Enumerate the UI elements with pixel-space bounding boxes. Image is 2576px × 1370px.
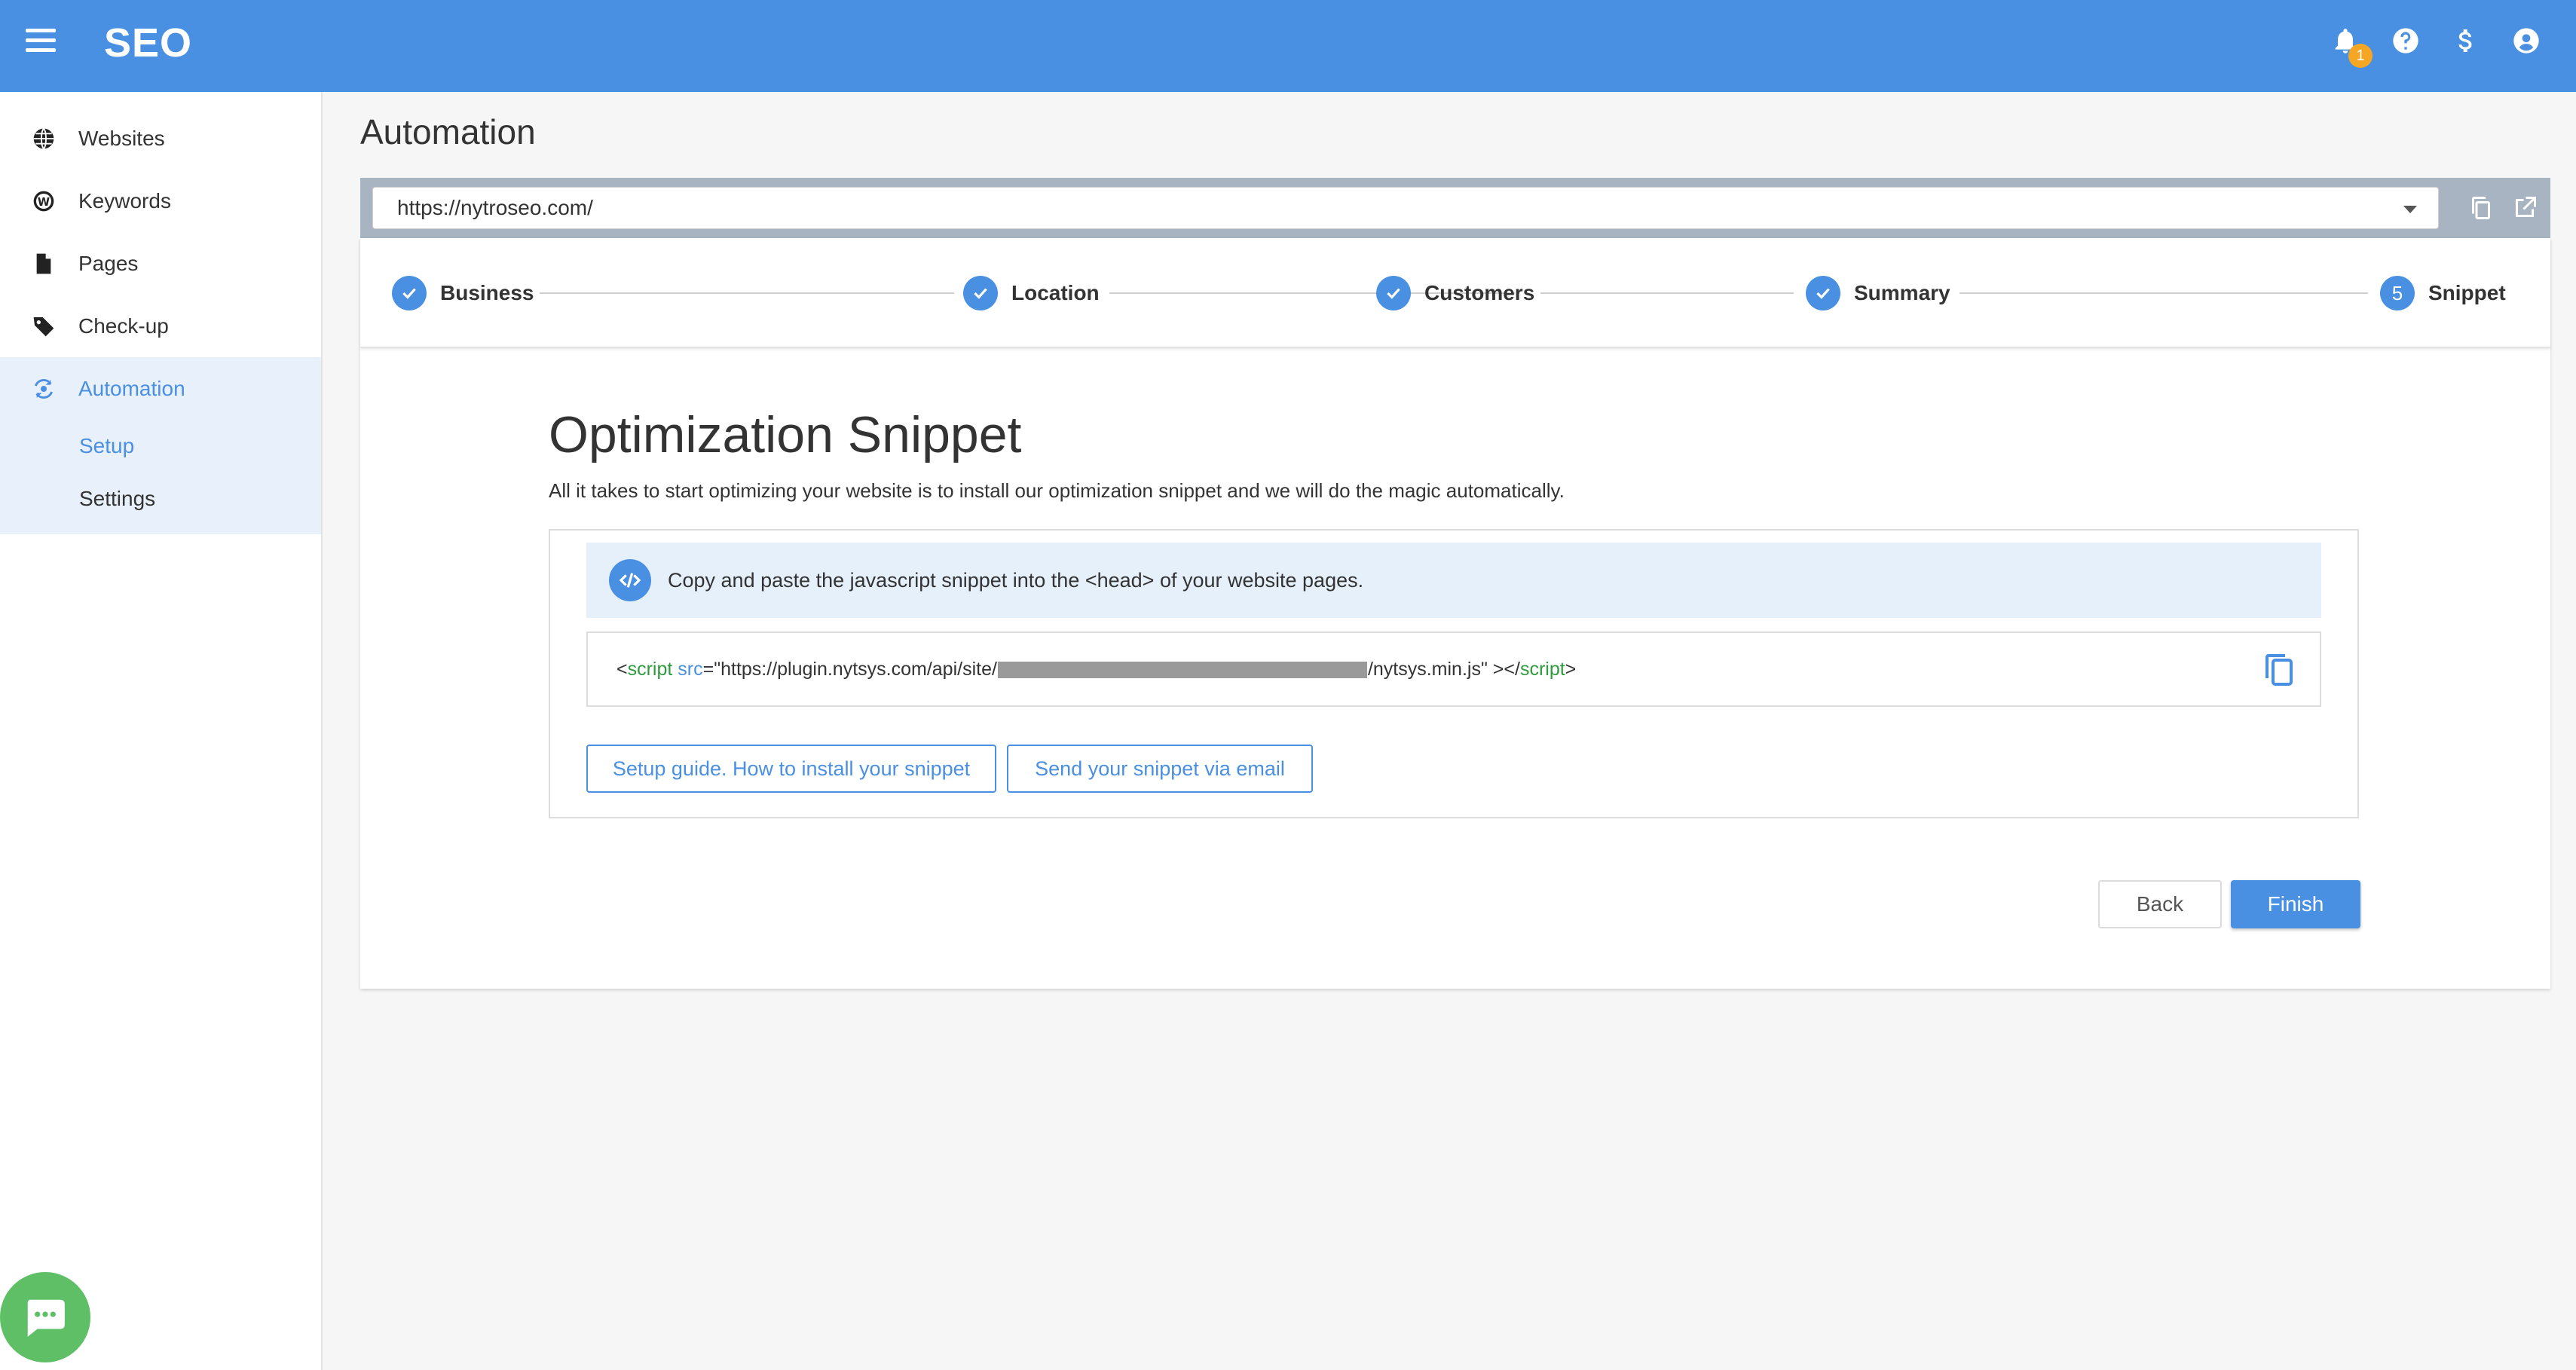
code-icon: [609, 559, 651, 601]
sidebar-item-label: Websites: [78, 126, 165, 150]
snippet-code-field[interactable]: <script src="https://plugin.nytsys.com/a…: [586, 631, 2321, 707]
top-app-bar: SEO 1: [0, 0, 2576, 92]
help-icon[interactable]: [2391, 26, 2421, 56]
snippet-description: All it takes to start optimizing your we…: [549, 479, 1565, 502]
globe-icon: [32, 127, 56, 151]
sidebar-item-label: Pages: [78, 251, 139, 275]
wordpress-icon: W: [32, 189, 56, 213]
sidebar-subitem-setup[interactable]: Setup: [0, 420, 321, 472]
copy-snippet-icon[interactable]: [2261, 651, 2297, 690]
check-icon: [1806, 276, 1840, 310]
redacted-site-id: [997, 661, 1367, 678]
step-label: Business: [440, 281, 534, 304]
chevron-down-icon: [2403, 206, 2417, 213]
finish-button[interactable]: Finish: [2231, 880, 2360, 928]
step-location[interactable]: Location: [963, 276, 1100, 310]
step-number: 5: [2380, 276, 2415, 310]
sidebar-item-keywords[interactable]: W Keywords: [0, 170, 321, 232]
info-text: Copy and paste the javascript snippet in…: [668, 568, 1364, 592]
page-title: Automation: [360, 112, 536, 151]
account-icon[interactable]: [2511, 26, 2541, 56]
check-icon: [1376, 276, 1411, 310]
open-external-icon[interactable]: [2511, 194, 2538, 222]
website-select[interactable]: https://nytroseo.com/: [372, 187, 2439, 229]
menu-icon[interactable]: [26, 29, 56, 53]
sidebar-item-pages[interactable]: Pages: [0, 232, 321, 295]
notification-badge: 1: [2348, 44, 2373, 68]
check-icon: [392, 276, 427, 310]
step-label: Summary: [1854, 281, 1950, 304]
code-bracket: <: [616, 658, 628, 680]
copy-url-icon[interactable]: [2467, 194, 2495, 222]
chat-button[interactable]: [0, 1272, 90, 1362]
code-close-tag: script: [1519, 658, 1565, 680]
automation-submenu: Setup Settings: [0, 420, 321, 534]
code-url-suffix: /nytsys.min.js" ></: [1367, 658, 1520, 680]
app-title: SEO: [104, 20, 193, 66]
tag-icon: [32, 314, 56, 338]
info-banner: Copy and paste the javascript snippet in…: [586, 543, 2321, 618]
code-url-prefix: ="https://plugin.nytsys.com/api/site/: [702, 658, 997, 680]
step-connector: [1960, 292, 2368, 294]
step-business[interactable]: Business: [392, 276, 534, 310]
send-email-button[interactable]: Send your snippet via email: [1007, 745, 1313, 793]
step-customers[interactable]: Customers: [1376, 276, 1534, 310]
step-snippet[interactable]: 5 Snippet: [2380, 276, 2506, 310]
sidebar: Websites W Keywords Pages Check-up Autom…: [0, 92, 323, 1370]
code-text: <script src="https://plugin.nytsys.com/a…: [616, 659, 1576, 680]
sidebar-item-label: Check-up: [78, 313, 169, 338]
website-selector-bar: https://nytroseo.com/: [360, 178, 2550, 238]
step-summary[interactable]: Summary: [1806, 276, 1950, 310]
sidebar-item-automation[interactable]: Automation: [0, 357, 321, 420]
automation-icon: [32, 377, 56, 401]
website-select-value: https://nytroseo.com/: [397, 196, 593, 219]
setup-card: Business Location Customers Summary 5 Sn…: [360, 238, 2550, 989]
back-button[interactable]: Back: [2098, 880, 2222, 928]
sidebar-item-checkup[interactable]: Check-up: [0, 295, 321, 357]
bell-icon[interactable]: 1: [2330, 26, 2373, 68]
svg-text:W: W: [38, 196, 50, 209]
code-tag: script: [627, 658, 673, 680]
code-bracket: >: [1565, 658, 1577, 680]
setup-guide-button[interactable]: Setup guide. How to install your snippet: [586, 745, 996, 793]
dollar-icon[interactable]: [2451, 26, 2481, 56]
step-label: Snippet: [2428, 281, 2506, 304]
snippet-panel: Copy and paste the javascript snippet in…: [549, 529, 2359, 818]
header-actions: 1: [2330, 26, 2541, 68]
sidebar-item-label: Keywords: [78, 188, 171, 213]
snippet-title: Optimization Snippet: [549, 406, 1022, 463]
page-icon: [32, 252, 56, 276]
step-connector: [540, 292, 954, 294]
sidebar-subitem-settings[interactable]: Settings: [0, 472, 321, 525]
step-label: Location: [1011, 281, 1100, 304]
stepper: Business Location Customers Summary 5 Sn…: [360, 238, 2550, 348]
step-label: Customers: [1424, 281, 1535, 304]
check-icon: [963, 276, 998, 310]
code-attr: src: [678, 658, 703, 680]
sidebar-item-label: Automation: [78, 376, 185, 400]
sidebar-item-websites[interactable]: Websites: [0, 107, 321, 170]
chat-icon: [27, 1299, 65, 1337]
step-connector: [1540, 292, 1794, 294]
